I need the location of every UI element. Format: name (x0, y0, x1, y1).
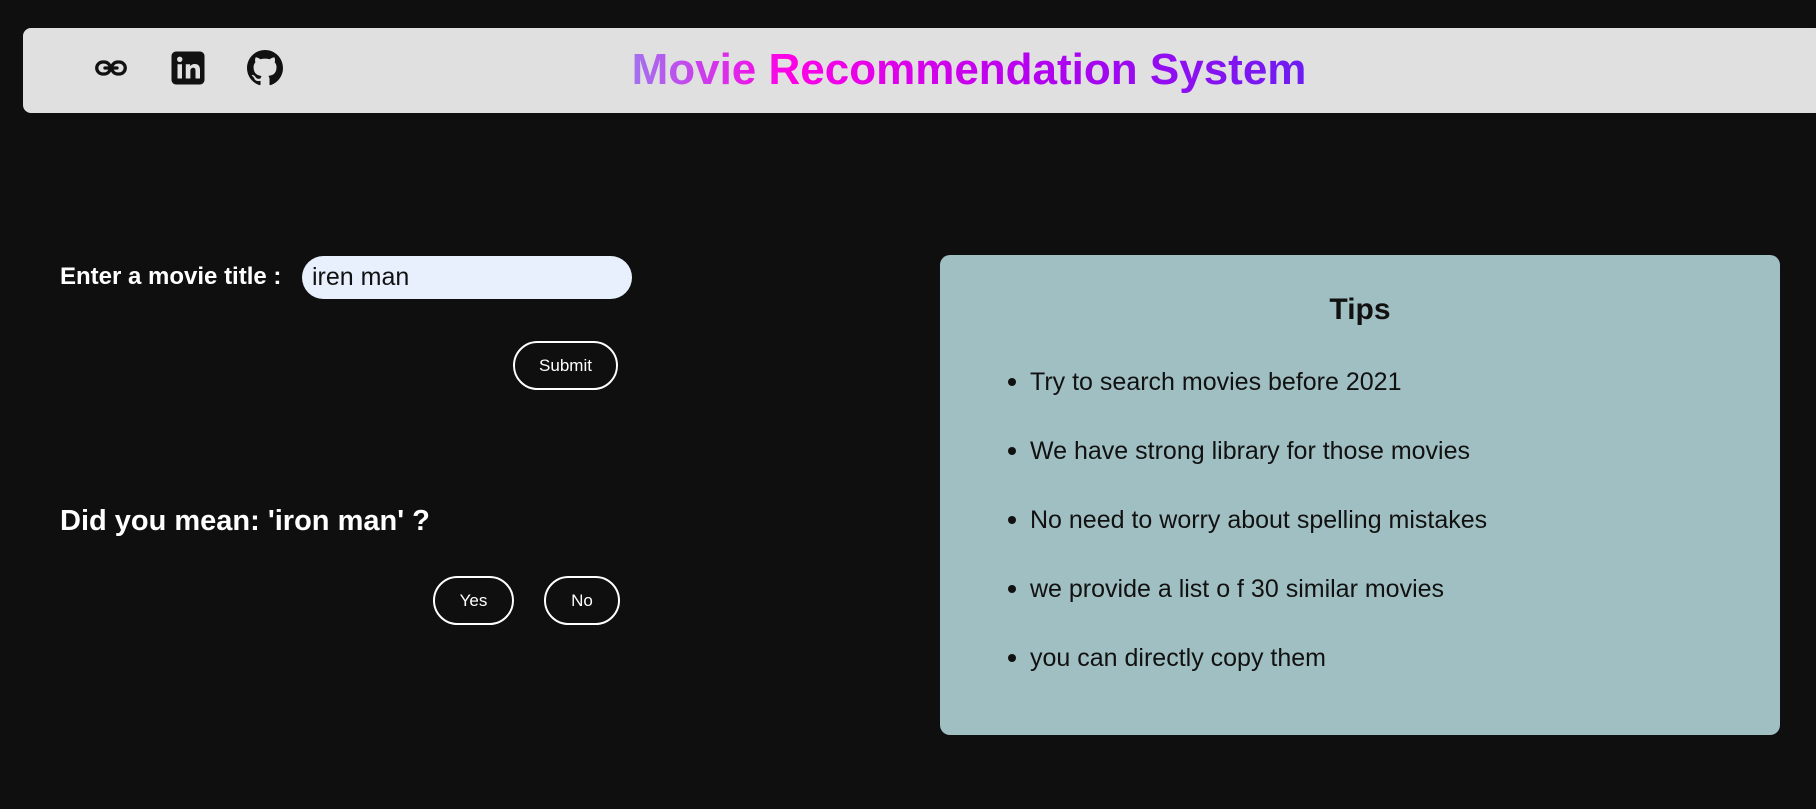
tip-item: No need to worry about spelling mistakes (940, 505, 1487, 574)
yes-button[interactable]: Yes (433, 576, 514, 625)
tip-text: you can directly copy them (1030, 644, 1326, 672)
linkedin-icon[interactable] (168, 48, 208, 88)
header-bar: Movie Recommendation System (23, 28, 1816, 113)
tip-text: We have strong library for those movies (1030, 437, 1471, 465)
bullet-icon (1008, 585, 1016, 593)
tip-text: we provide a list o f 30 similar movies (1030, 575, 1445, 603)
submit-button[interactable]: Submit (513, 341, 618, 390)
tip-item: you can directly copy them (940, 643, 1487, 712)
no-button[interactable]: No (544, 576, 620, 625)
did-you-mean-question: Did you mean: 'iron man' ? (60, 505, 430, 537)
tip-text: No need to worry about spelling mistakes (1030, 506, 1488, 534)
bullet-icon (1008, 447, 1016, 455)
tip-text: Try to search movies before 2021 (1030, 368, 1402, 396)
bullet-icon (1008, 378, 1016, 386)
page-title: Movie Recommendation System (619, 45, 1319, 95)
movie-title-label: Enter a movie title : (60, 263, 282, 290)
bullet-icon (1008, 516, 1016, 524)
tips-panel: Tips Try to search movies before 2021 We… (940, 255, 1780, 735)
tips-title: Tips (1329, 293, 1391, 326)
tip-item: We have strong library for those movies (940, 436, 1487, 505)
tips-list: Try to search movies before 2021 We have… (940, 367, 1487, 712)
bullet-icon (1008, 654, 1016, 662)
tip-item: we provide a list o f 30 similar movies (940, 574, 1487, 643)
link-icon[interactable] (91, 48, 131, 88)
tip-item: Try to search movies before 2021 (940, 367, 1487, 436)
movie-title-input[interactable] (302, 256, 632, 299)
github-icon[interactable] (245, 48, 285, 88)
